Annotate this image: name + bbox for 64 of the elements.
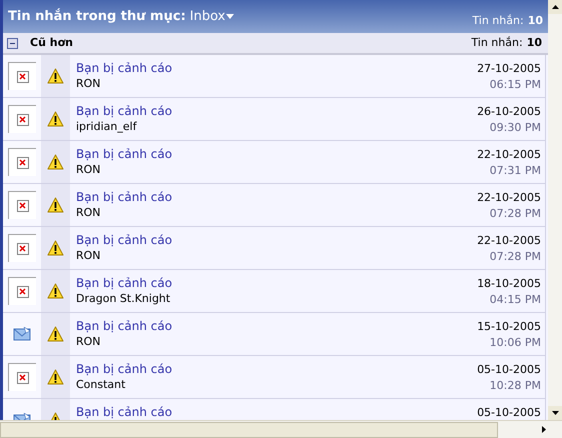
- warning-icon: [47, 154, 64, 170]
- message-time: 09:30 PM: [490, 120, 541, 136]
- broken-image-icon: [8, 234, 36, 262]
- message-sender: Constant: [76, 377, 126, 392]
- folder-dropdown[interactable]: Inbox: [190, 7, 234, 26]
- message-sender: RON: [76, 162, 102, 177]
- warning-icon: [47, 283, 64, 299]
- message-date: 05-10-2005: [477, 405, 541, 420]
- message-sender: ipridian_elf: [76, 119, 138, 134]
- broken-image-icon: [8, 363, 36, 391]
- broken-image-icon: [8, 191, 36, 219]
- message-date: 15-10-2005: [477, 319, 541, 335]
- message-date: 22-10-2005: [477, 233, 541, 249]
- group-count-label: Tin nhắn:: [471, 34, 523, 51]
- warning-icon: [47, 326, 64, 342]
- message-sender: RON: [76, 76, 102, 91]
- message-date: 22-10-2005: [477, 190, 541, 206]
- message-date: 05-10-2005: [477, 362, 541, 378]
- broken-image-icon: [8, 277, 36, 305]
- right-arrow-icon: [542, 426, 546, 433]
- message-date: 27-10-2005: [477, 61, 541, 77]
- message-subject[interactable]: Bạn bị cảnh cáo: [76, 233, 172, 248]
- message-subject[interactable]: Bạn bị cảnh cáo: [76, 147, 172, 162]
- header-title: Tin nhắn trong thư mục:: [8, 7, 186, 26]
- message-time: 07:28 PM: [490, 249, 541, 265]
- message-subject[interactable]: Bạn bị cảnh cáo: [76, 276, 172, 291]
- vertical-scrollbar[interactable]: [548, 0, 562, 420]
- group-count: 10: [526, 34, 542, 51]
- warning-icon: [47, 111, 64, 127]
- message-date: 22-10-2005: [477, 147, 541, 163]
- message-count-label: Tin nhắn:: [472, 13, 524, 29]
- message-date: 18-10-2005: [477, 276, 541, 292]
- warning-icon: [47, 68, 64, 84]
- message-subject[interactable]: Bạn bị cảnh cáo: [76, 405, 172, 420]
- collapse-icon[interactable]: [7, 38, 18, 48]
- message-subject[interactable]: Bạn bị cảnh cáo: [76, 319, 172, 334]
- warning-icon: [47, 197, 64, 213]
- message-sender: RON: [76, 205, 102, 220]
- broken-image-icon: [8, 62, 36, 90]
- message-subject[interactable]: Bạn bị cảnh cáo: [76, 61, 172, 76]
- message-count: 10: [528, 13, 543, 29]
- message-subject[interactable]: Bạn bị cảnh cáo: [76, 104, 172, 119]
- message-sender: Dragon St.Knight: [76, 291, 172, 306]
- message-time: 10:28 PM: [490, 378, 541, 394]
- message-time: 04:15 PM: [490, 292, 541, 308]
- horizontal-scrollbar[interactable]: [0, 420, 562, 438]
- message-subject[interactable]: Bạn bị cảnh cáo: [76, 190, 172, 205]
- message-time: 07:31 PM: [490, 163, 541, 179]
- broken-image-icon: [8, 148, 36, 176]
- message-time: 06:15 PM: [490, 77, 541, 93]
- down-arrow-icon: [552, 411, 558, 415]
- message-time: 07:28 PM: [490, 206, 541, 222]
- message-sender: RON: [76, 248, 102, 263]
- message-time: 10:06 PM: [490, 335, 541, 351]
- envelope-icon: [13, 327, 31, 341]
- message-date: 26-10-2005: [477, 104, 541, 120]
- warning-icon: [47, 369, 64, 385]
- message-sender: RON: [76, 334, 102, 349]
- group-label: Cũ hơn: [30, 34, 73, 51]
- broken-image-icon: [8, 105, 36, 133]
- up-arrow-icon: [552, 5, 558, 9]
- message-subject[interactable]: Bạn bị cảnh cáo: [76, 362, 172, 377]
- caret-icon: [226, 14, 234, 20]
- warning-icon: [47, 240, 64, 256]
